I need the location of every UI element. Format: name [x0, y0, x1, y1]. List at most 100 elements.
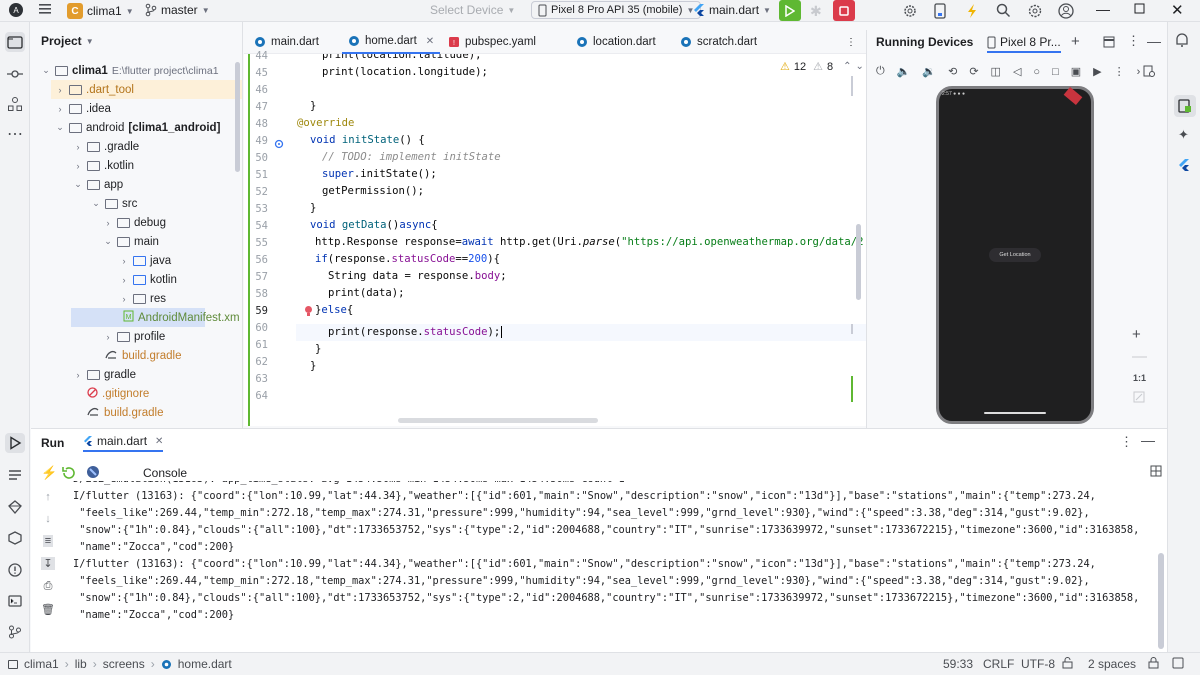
- hot-reload-button[interactable]: ⚡: [41, 465, 57, 481]
- breadcrumb-item[interactable]: screens: [103, 657, 145, 671]
- gesture-bar[interactable]: [984, 412, 1046, 414]
- project-scrollbar[interactable]: [235, 62, 240, 172]
- extended-controls-icon[interactable]: ⋮: [1114, 65, 1125, 78]
- arrow-up-icon[interactable]: ↑: [45, 491, 51, 503]
- power-icon[interactable]: ⏻: [876, 65, 885, 78]
- chevron-down-icon[interactable]: ⌄: [91, 198, 101, 209]
- run-config-selector[interactable]: main.dart ▼: [693, 3, 771, 17]
- zoom-out-button[interactable]: —: [1132, 348, 1147, 365]
- debug-button[interactable]: ✱: [810, 3, 822, 20]
- tab-home-dart[interactable]: home.dart ✕: [342, 30, 441, 54]
- tree-root[interactable]: ⌄ clima1 E:\flutter project\clima1: [41, 61, 218, 80]
- tree-item-res[interactable]: › res: [119, 289, 166, 308]
- chevron-right-icon[interactable]: ›: [55, 85, 65, 95]
- device-selector[interactable]: Pixel 8 Pro API 35 (mobile) ▼: [531, 1, 702, 19]
- minimize-button[interactable]: —: [1096, 1, 1110, 17]
- devtools-tool-button[interactable]: [5, 497, 25, 517]
- project-panel-header[interactable]: Project ▼: [41, 34, 94, 48]
- chevron-right-icon[interactable]: ›: [73, 161, 83, 171]
- inspection-widget[interactable]: ⚠ 12 ⚠ 8 ⌃ ⌄: [780, 60, 864, 74]
- run-button[interactable]: [779, 0, 801, 21]
- tab-scratch-dart[interactable]: scratch.dart: [674, 30, 763, 54]
- chevron-up-icon[interactable]: ⌃: [843, 61, 851, 72]
- lock-toggle[interactable]: [1148, 657, 1159, 672]
- console-scrollbar[interactable]: [1158, 553, 1164, 649]
- account-button[interactable]: [1058, 3, 1074, 19]
- tree-item-build-gradle[interactable]: build.gradle: [91, 346, 181, 365]
- breadcrumb-item[interactable]: clima1: [24, 657, 59, 671]
- tree-item-android[interactable]: ⌄ android [clima1_android]: [55, 118, 220, 137]
- select-device-dropdown[interactable]: Select Device ▼: [430, 3, 515, 17]
- app-inspection-tool-button[interactable]: [5, 528, 25, 548]
- flutter-inspector-button[interactable]: [1178, 158, 1190, 175]
- volume-down-icon[interactable]: 🔉: [922, 65, 936, 78]
- ai-assistant-button[interactable]: ✦: [1178, 127, 1189, 143]
- zoom-fit-button[interactable]: [1133, 391, 1145, 406]
- tree-item-profile[interactable]: › profile: [103, 327, 166, 346]
- chevron-down-icon[interactable]: ⌄: [55, 122, 65, 133]
- problems-tool-button[interactable]: [5, 560, 25, 580]
- tree-item-build-gradle[interactable]: build.gradle: [73, 403, 163, 422]
- screen-record-icon[interactable]: ▶: [1093, 65, 1101, 78]
- get-location-button[interactable]: Get Location: [989, 248, 1041, 262]
- tree-item-src[interactable]: ⌄ src: [91, 194, 137, 213]
- hot-restart-button[interactable]: [61, 465, 75, 482]
- chevron-down-icon[interactable]: ⌄: [73, 179, 83, 190]
- logcat-tool-button[interactable]: [5, 465, 25, 485]
- home-icon[interactable]: ○: [1033, 66, 1040, 78]
- chevron-down-icon[interactable]: ⌄: [103, 236, 113, 247]
- chevron-right-icon[interactable]: ›: [119, 294, 129, 304]
- hide-panel-button[interactable]: —: [1147, 33, 1161, 49]
- chevron-right-icon[interactable]: ›: [73, 370, 83, 380]
- breadcrumb-item[interactable]: home.dart: [178, 657, 232, 671]
- add-device-button[interactable]: +: [1071, 33, 1080, 50]
- arrow-down-icon[interactable]: ↓: [45, 513, 51, 525]
- panel-options-button[interactable]: ⋮: [1127, 33, 1140, 49]
- tree-item-androidmanifest-xm[interactable]: M AndroidManifest.xm: [71, 308, 240, 327]
- run-options-button[interactable]: ⋮: [1120, 434, 1133, 450]
- devtools-button[interactable]: [86, 465, 100, 482]
- close-button[interactable]: ✕: [1171, 1, 1184, 19]
- line-separator[interactable]: CRLF: [983, 657, 1014, 671]
- screenshot-icon[interactable]: ▣: [1071, 65, 1081, 78]
- search-button[interactable]: [996, 3, 1011, 18]
- tree-item-debug[interactable]: › debug: [103, 213, 166, 232]
- close-tab-icon[interactable]: ✕: [155, 436, 163, 447]
- tree-item-java[interactable]: › java: [119, 251, 172, 270]
- zoom-actual-button[interactable]: 1:1: [1133, 373, 1146, 383]
- soft-wrap-icon[interactable]: ≡: [42, 535, 54, 547]
- tree-item-gitignore[interactable]: .gitignore: [73, 384, 149, 403]
- run-tool-button[interactable]: [5, 433, 25, 453]
- print-icon[interactable]: ⎙: [44, 580, 53, 593]
- tree-item-gradle[interactable]: › .gradle: [73, 137, 140, 156]
- indent-setting[interactable]: 2 spaces: [1088, 657, 1136, 671]
- more-tools-button[interactable]: ⋯: [5, 124, 25, 144]
- run-tab-main-dart[interactable]: main.dart ✕: [83, 434, 164, 452]
- memory-indicator[interactable]: [1172, 657, 1184, 672]
- device-tab[interactable]: Pixel 8 Pr...: [987, 35, 1061, 53]
- layout-button[interactable]: [1103, 36, 1115, 51]
- lightbulb-icon[interactable]: [304, 305, 313, 320]
- hide-run-panel-button[interactable]: —: [1141, 432, 1155, 448]
- tree-item-main[interactable]: ⌄ main: [103, 232, 159, 251]
- vcs-branch-widget[interactable]: master ▼: [145, 3, 210, 17]
- project-widget[interactable]: C clima1 ▼: [67, 3, 134, 19]
- tree-item-kotlin[interactable]: › kotlin: [119, 270, 177, 289]
- code-editor[interactable]: print(location.latitude); print(location…: [296, 54, 866, 426]
- tree-item-kotlin[interactable]: › .kotlin: [73, 156, 135, 175]
- plugin-button[interactable]: [902, 3, 918, 19]
- tab-location-dart[interactable]: location.dart: [570, 30, 662, 54]
- main-menu-icon[interactable]: [38, 2, 52, 16]
- overview-icon[interactable]: □: [1052, 66, 1059, 78]
- chevron-right-icon[interactable]: ›: [103, 218, 113, 228]
- breadcrumb-item[interactable]: lib: [75, 657, 87, 671]
- device-settings-button[interactable]: [1143, 65, 1155, 80]
- file-encoding[interactable]: UTF-8: [1021, 657, 1055, 671]
- vertical-scrollbar[interactable]: [856, 224, 861, 300]
- readonly-toggle[interactable]: [1062, 657, 1073, 672]
- override-marker-icon[interactable]: [274, 138, 284, 149]
- chevron-right-icon[interactable]: ›: [119, 275, 129, 285]
- rotate-right-icon[interactable]: ⟳: [969, 65, 978, 78]
- commit-tool-button[interactable]: [5, 64, 25, 84]
- tree-item-app[interactable]: ⌄ app: [73, 175, 123, 194]
